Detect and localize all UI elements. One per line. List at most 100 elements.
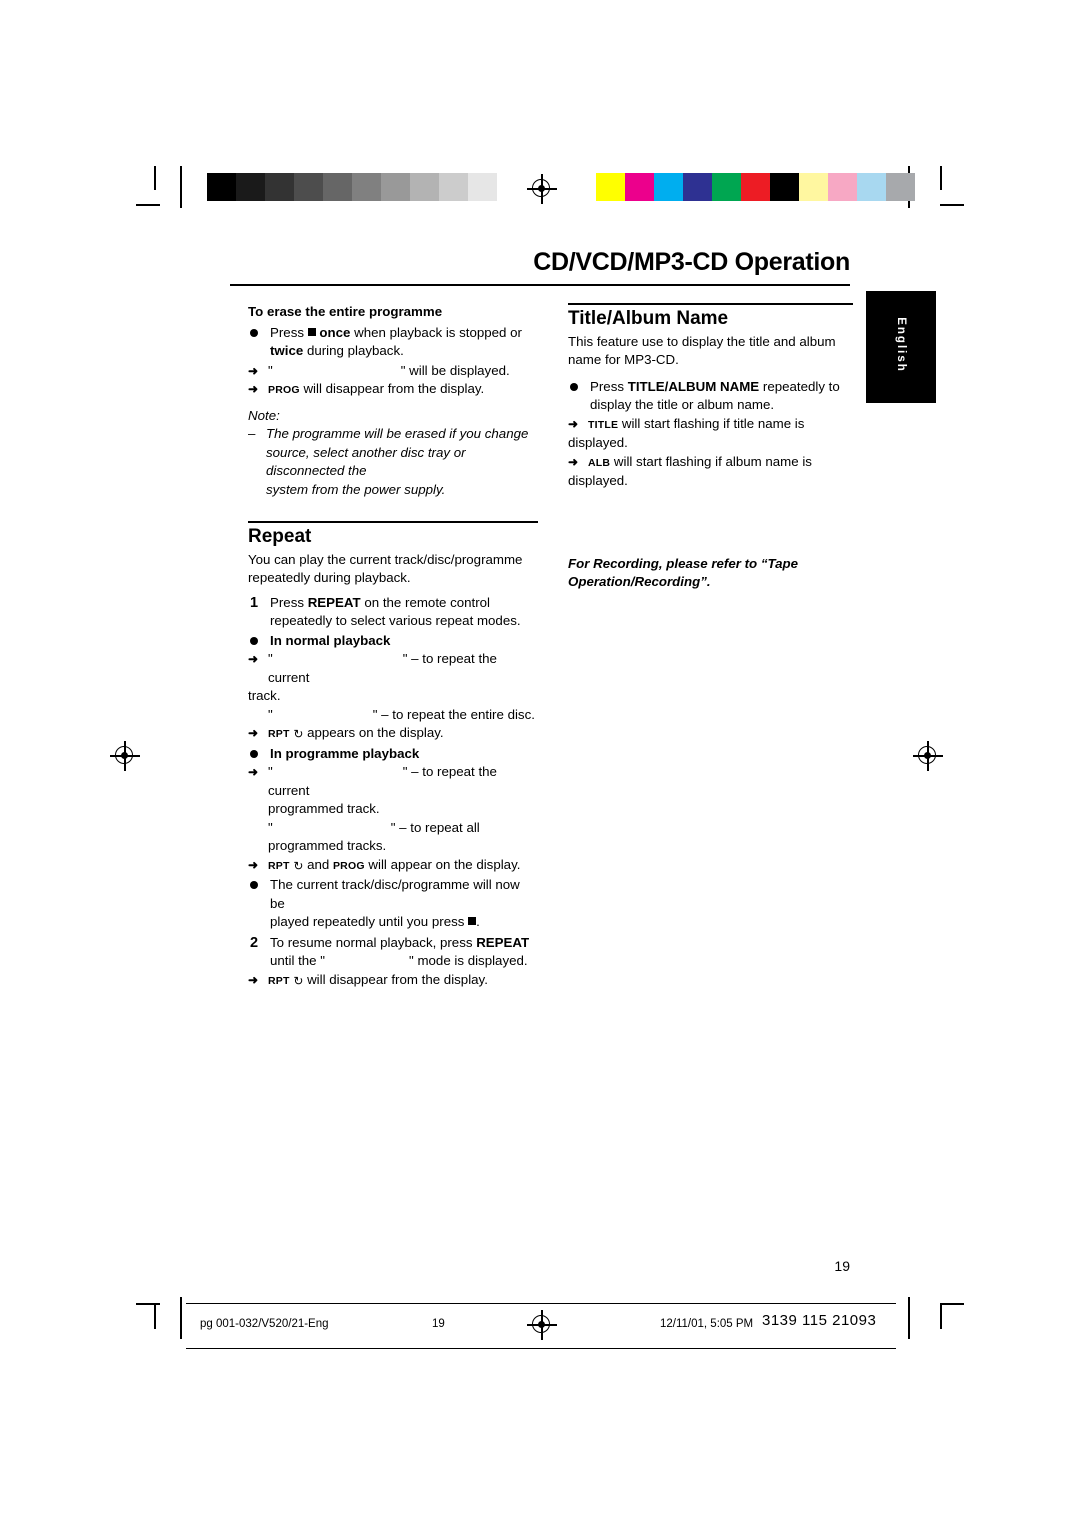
language-tab-label: English	[895, 317, 907, 373]
step-2-quote-close: "	[409, 953, 414, 968]
press-post: repeatedly to	[762, 378, 840, 394]
bullet-icon	[250, 328, 258, 337]
bullet-icon	[250, 881, 258, 889]
normal-a-tail-2: track.	[248, 688, 281, 703]
erase-press-line2: twice during playback.	[270, 342, 538, 361]
step-1-pre: Press	[270, 594, 304, 610]
step-2-rpt-tail: will disappear from the display.	[307, 971, 488, 987]
title-album-intro-1: This feature use to display the title an…	[568, 333, 836, 349]
normal-b-quote-open: "	[268, 706, 273, 722]
step-2-rpt-line: RPT ↻ will disappear from the display.	[268, 971, 538, 991]
arrow-right-icon: ➜	[248, 726, 259, 740]
step-2-line2-pre: until the	[270, 953, 317, 968]
gray-swatch	[410, 173, 439, 201]
step-1-line-1: Press REPEAT on the remote control	[270, 594, 538, 613]
normal-playback-heading: In normal playback	[270, 632, 391, 648]
footer-document-code: 3139 115 21093	[762, 1312, 877, 1329]
footer-divider-bottom	[186, 1348, 896, 1349]
gray-swatch	[497, 173, 526, 201]
current-track-line-1: The current track/disc/programme will no…	[270, 877, 520, 911]
title-indicator-label: TITLE	[588, 418, 619, 431]
erase-end-text: during playback.	[306, 343, 404, 358]
normal-a-tail: – to repeat the current	[268, 651, 497, 685]
repeat-step-2: 2 To resume normal playback, press REPEA…	[248, 934, 538, 971]
erase-prog-arrow-row: ➜ PROG will disappear from the display.	[248, 380, 538, 400]
note-label: Note:	[248, 407, 280, 423]
prog-b-tail: – to repeat all	[399, 819, 480, 835]
arrow-right-icon: ➜	[248, 652, 259, 666]
repeat-loop-icon: ↻	[293, 973, 304, 988]
color-swatch	[625, 173, 654, 201]
title-album-press-bullet: Press TITLE/ALBUM NAME repeatedly to dis…	[568, 378, 853, 415]
programme-playback-block: In programme playback	[248, 745, 538, 764]
step-1-post: on the remote control	[364, 594, 491, 610]
color-swatch	[857, 173, 886, 201]
color-bar	[596, 173, 915, 201]
normal-a-quote-open: "	[268, 651, 273, 666]
repeat-divider	[248, 521, 538, 523]
gray-swatch	[468, 173, 497, 201]
page-number: 19	[834, 1258, 850, 1274]
bullet-icon	[250, 749, 258, 758]
current-track-line-2-text: played repeatedly until you press	[270, 914, 465, 929]
repeat-loop-icon: ↻	[293, 858, 304, 873]
stop-square-icon	[468, 917, 477, 925]
repeat-intro-1: You can play the current track/disc/prog…	[248, 551, 523, 567]
repeat-section: Repeat You can play the current track/di…	[248, 521, 538, 588]
step-1-line-2: repeatedly to select various repeat mode…	[270, 613, 521, 628]
step-2-line2-post: mode is displayed.	[417, 953, 528, 968]
step-1-number: 1	[250, 594, 259, 611]
prog-a-quote-close: "	[402, 764, 408, 779]
prog-rpt-line: RPT ↻ and PROG will appear on the displa…	[268, 856, 538, 876]
programme-playback-heading: In programme playback	[270, 745, 420, 761]
title-indicator-line: TITLE will start flashing if title name …	[588, 415, 853, 435]
prog-b-quote-close: "	[390, 819, 396, 835]
step-2-number: 2	[250, 934, 259, 951]
repeat-loop-icon: ↻	[293, 727, 304, 741]
color-swatch	[828, 173, 857, 201]
title-tail-2: displayed.	[568, 435, 628, 450]
prog-a-line: " " – to repeat the current	[268, 763, 538, 800]
alb-indicator-label: ALB	[588, 456, 611, 469]
erase-quote-open: "	[268, 362, 273, 378]
erase-press-line: Press once when playback is stopped or	[270, 324, 538, 343]
footer-page-number: 19	[432, 1318, 445, 1330]
prog-rpt-tail: will appear on the display.	[368, 856, 521, 872]
normal-b-quote-close: "	[372, 706, 378, 722]
erase-prog-line: PROG will disappear from the display.	[268, 380, 538, 400]
rpt-indicator-label: RPT	[268, 859, 290, 872]
crop-mark-bottom-left	[136, 1297, 180, 1341]
prog-repeat-current-row: ➜ " " – to repeat the current programmed …	[248, 763, 538, 819]
erase-display-tail: will be displayed.	[409, 362, 510, 378]
gray-swatch	[352, 173, 381, 201]
crop-mark-top-right	[920, 166, 964, 210]
repeat-button-label: REPEAT	[307, 594, 361, 610]
color-swatch	[770, 173, 799, 201]
normal-rpt-row: ➜ RPT ↻ appears on the display.	[248, 724, 538, 744]
normal-repeat-current-row: ➜ " " – to repeat the current	[248, 650, 538, 687]
prog-a-quote-open: "	[268, 764, 273, 779]
recording-note: For Recording, please refer to “Tape Ope…	[568, 555, 853, 592]
step-2-pre: To resume normal playback, press	[270, 934, 473, 950]
arrow-right-icon: ➜	[248, 363, 259, 378]
bullet-icon	[570, 382, 578, 391]
registration-target-right	[913, 741, 943, 771]
color-swatch	[654, 173, 683, 201]
title-tail-1: will start flashing if title name is	[621, 415, 805, 431]
arrow-right-icon: ➜	[248, 765, 259, 779]
current-track-period: .	[476, 914, 480, 929]
gray-swatch	[265, 173, 294, 201]
alb-tail-1: will start flashing if album name is	[613, 453, 812, 469]
rpt-indicator-label: RPT	[268, 728, 290, 740]
right-column: Title/Album Name This feature use to dis…	[568, 303, 853, 592]
normal-rpt-line: RPT ↻ appears on the display.	[268, 724, 538, 744]
bullet-icon	[250, 636, 258, 645]
left-column: To erase the entire programme Press once…	[248, 303, 538, 990]
gray-swatch	[439, 173, 468, 201]
dash-icon: –	[248, 426, 256, 441]
language-tab: English	[866, 291, 936, 403]
rpt-indicator-label: RPT	[268, 974, 290, 987]
erase-display-line: " " will be displayed.	[268, 362, 538, 381]
alb-indicator-line: ALB will start flashing if album name is	[588, 453, 853, 473]
color-swatch	[799, 173, 828, 201]
